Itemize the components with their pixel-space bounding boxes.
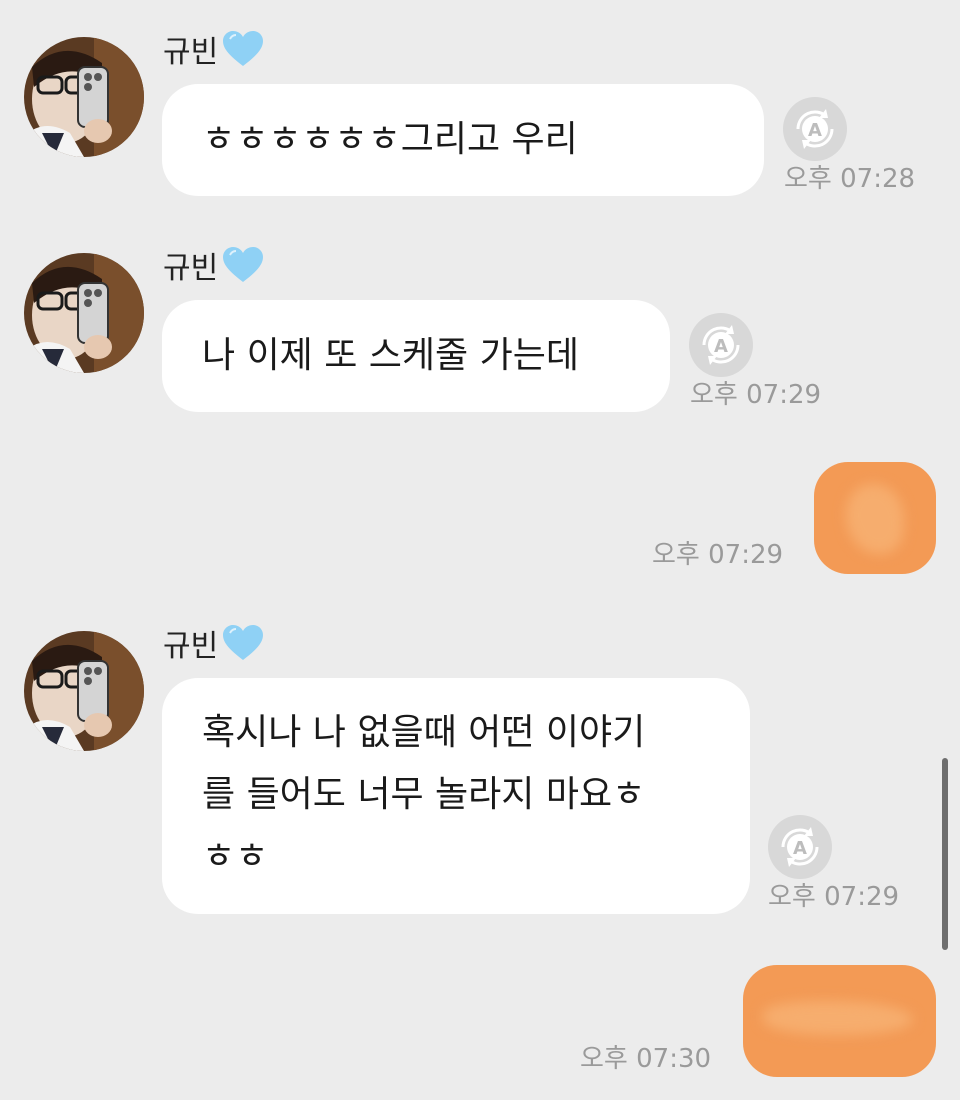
sender-name: 규빈: [163, 30, 264, 68]
message-bubble[interactable]: 나 이제 또 스케줄 가는데: [162, 300, 670, 412]
auto-translate-icon[interactable]: A: [782, 96, 848, 162]
outgoing-message-bubble[interactable]: [743, 965, 936, 1077]
light-blue-heart-icon: [222, 30, 264, 68]
message-text: 나 이제 또 스케줄 가는데: [202, 335, 579, 376]
message-text-line: 혹시나 나 없을때 어떤 이야기: [202, 712, 646, 753]
auto-translate-icon[interactable]: A: [767, 814, 833, 880]
auto-translate-icon[interactable]: A: [688, 312, 754, 378]
translate-label: A: [793, 838, 807, 859]
avatar[interactable]: [24, 631, 144, 751]
translate-label: A: [714, 336, 728, 357]
redacted-blur: [593, 128, 630, 154]
message-text-line: 를 들어도 너무 놀라지 마요ㅎ: [202, 774, 646, 815]
sender-name-text: 규빈: [163, 251, 219, 286]
redacted-scribble: [763, 1001, 913, 1035]
timestamp: 오후 07:29: [690, 380, 822, 410]
timestamp: 오후 07:29: [652, 540, 784, 570]
message-text: ㅎㅎㅎㅎㅎㅎ그리고 우리: [202, 119, 578, 160]
redacted-scribble: [846, 484, 904, 554]
translate-label: A: [808, 120, 822, 141]
timestamp: 오후 07:29: [768, 882, 900, 912]
sender-name-text: 규빈: [163, 629, 219, 664]
avatar[interactable]: [24, 253, 144, 373]
message-bubble[interactable]: 혹시나 나 없을때 어떤 이야기 를 들어도 너무 놀라지 마요ㅎ ㅎㅎ: [162, 678, 750, 914]
outgoing-message-bubble[interactable]: [814, 462, 936, 574]
timestamp: 오후 07:28: [784, 164, 916, 194]
sender-name: 규빈: [163, 624, 264, 662]
light-blue-heart-icon: [222, 246, 264, 284]
avatar[interactable]: [24, 37, 144, 157]
scrollbar[interactable]: [942, 758, 948, 950]
sender-name-text: 규빈: [163, 35, 219, 70]
sender-name: 규빈: [163, 246, 264, 284]
message-text-line: ㅎㅎ: [202, 836, 269, 877]
message-bubble[interactable]: ㅎㅎㅎㅎㅎㅎ그리고 우리: [162, 84, 764, 196]
timestamp: 오후 07:30: [580, 1044, 712, 1074]
light-blue-heart-icon: [222, 624, 264, 662]
